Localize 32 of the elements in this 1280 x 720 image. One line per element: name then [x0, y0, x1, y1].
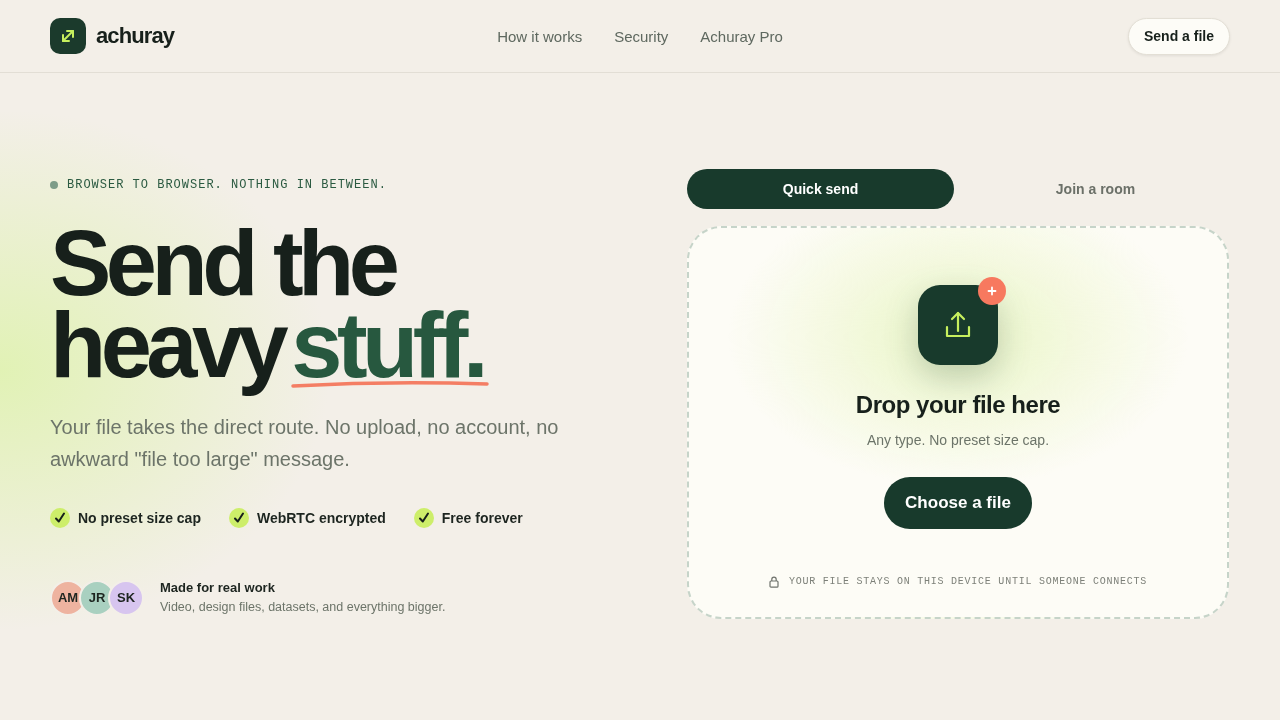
eyebrow-text: BROWSER TO BROWSER. NOTHING IN BETWEEN.: [67, 177, 387, 193]
check-icon: [50, 508, 70, 528]
headline-text: heavy: [50, 304, 285, 398]
underline-stroke-icon: [291, 380, 490, 388]
send-file-button[interactable]: Send a file: [1127, 17, 1230, 55]
tab[interactable]: Quick send: [687, 169, 954, 209]
proof-text: Video, design files, datasets, and everything bigger.: [160, 599, 446, 616]
privacy-note: YOUR FILE STAYS ON THIS DEVICE UNTIL SOMEONE CONNECTS: [789, 575, 1147, 589]
headline-accent: stuff.: [291, 310, 484, 380]
upload-icon: [918, 285, 998, 365]
dot-icon: [50, 181, 58, 189]
avatar: SK: [108, 579, 144, 616]
headline-text: Send the: [50, 222, 395, 304]
drop-zone[interactable]: Drop your file here Any type. No preset size cap. Choose a file YOUR FILE STAYS ON THIS DEVICE UNTIL SOMEONE CONNECTS: [687, 226, 1229, 619]
choose-file-button[interactable]: Choose a file: [884, 477, 1032, 529]
plus-icon: [978, 277, 1006, 305]
logo-diagonal-arrows-icon: [50, 18, 86, 54]
tab[interactable]: Join a room: [962, 169, 1229, 209]
brand-name[interactable]: achuray: [96, 23, 175, 49]
feature-label: Free forever: [441, 510, 523, 526]
feature-label: WebRTC encrypted: [256, 510, 386, 526]
check-icon: [413, 508, 434, 528]
drop-hint: Any type. No preset size cap.: [866, 431, 1050, 450]
lead-paragraph: Your file takes the direct route. No upload, no account, no awkward "file too large" message.: [50, 415, 560, 472]
lock-icon: [769, 576, 780, 588]
feature-label: No preset size cap: [78, 510, 201, 526]
proof-title: Made for real work: [160, 579, 276, 596]
nav-link[interactable]: Security: [614, 27, 669, 45]
nav-link[interactable]: Achuray Pro: [700, 27, 783, 45]
check-icon: [228, 508, 249, 528]
drop-title: Drop your file here: [855, 390, 1061, 420]
nav-link[interactable]: How it works: [497, 27, 583, 45]
